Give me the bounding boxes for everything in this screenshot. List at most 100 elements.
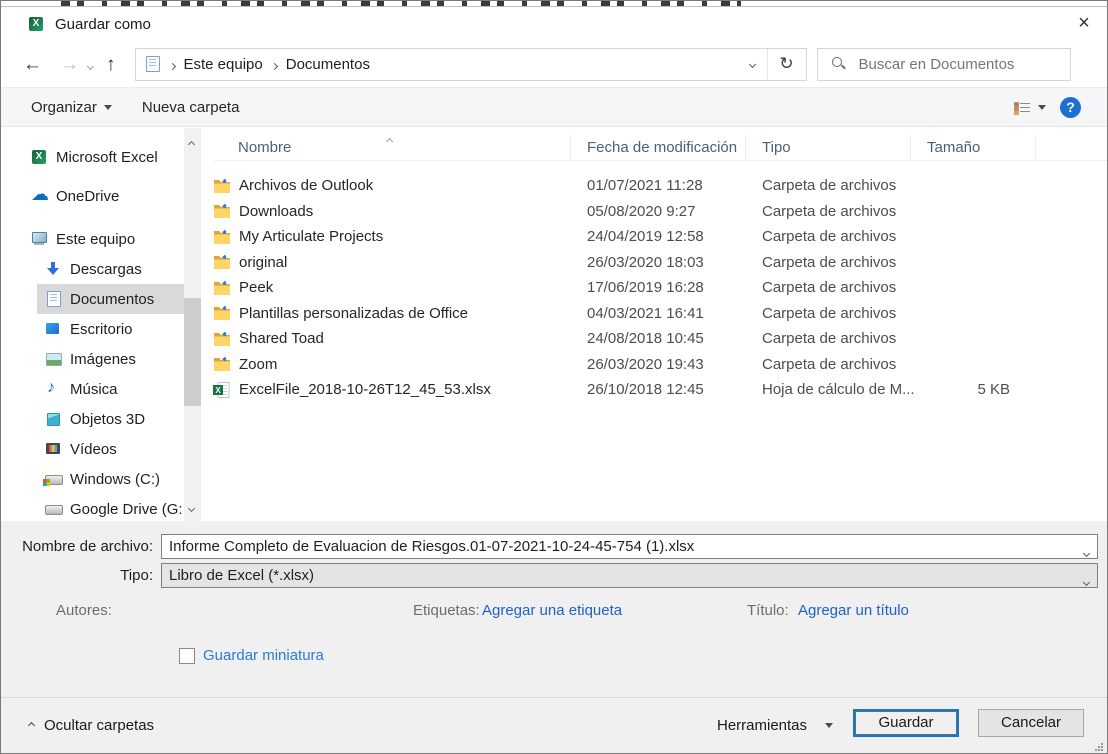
pictures-icon (45, 351, 62, 367)
music-icon (45, 381, 62, 397)
chevron-down-icon (825, 723, 833, 728)
new-folder-button[interactable]: Nueva carpeta (142, 99, 240, 116)
folder-icon: X (213, 229, 231, 245)
sidebar-item-google-drive-g-[interactable]: Google Drive (G: (1, 494, 184, 521)
scroll-up-icon[interactable] (189, 134, 194, 151)
sidebar-item-m-sica[interactable]: Música (1, 374, 184, 404)
save-button[interactable]: Guardar (853, 709, 959, 737)
title-label: Título: (747, 602, 789, 619)
list-view-icon (1014, 101, 1030, 114)
cancel-button[interactable]: Cancelar (978, 709, 1084, 737)
search-input[interactable]: Buscar en Documentos (817, 48, 1071, 81)
table-row[interactable]: X My Articulate Projects 24/04/2019 12:5… (213, 224, 1107, 250)
table-row[interactable]: X ExcelFile_2018-10-26T12_45_53.xlsx 26/… (213, 377, 1107, 403)
sidebar-scrollbar[interactable] (184, 128, 201, 521)
sidebar-item-este-equipo[interactable]: Este equipo (1, 224, 184, 254)
back-icon[interactable]: ← (14, 55, 51, 74)
save-as-dialog: Guardar como × ← → ↑ Este equipo Documen… (0, 0, 1108, 754)
scrollbar-thumb[interactable] (184, 298, 201, 406)
file-list-pane: Nombre Fecha de modificación Tipo Tamaño (201, 128, 1107, 521)
tags-label: Etiquetas: (413, 602, 480, 619)
change-view-button[interactable] (1014, 101, 1046, 114)
help-icon[interactable]: ? (1060, 97, 1081, 118)
column-header-fecha[interactable]: Fecha de modificación (571, 135, 746, 160)
search-placeholder: Buscar en Documentos (859, 56, 1015, 73)
sidebar-item-im-genes[interactable]: Imágenes (1, 344, 184, 374)
sidebar-item-v-deos[interactable]: Vídeos (1, 434, 184, 464)
windows-drive-icon (45, 471, 62, 487)
close-icon[interactable]: × (1061, 7, 1107, 41)
table-row[interactable]: X Archivos de Outlook 01/07/2021 11:28 C… (213, 173, 1107, 199)
download-icon (45, 261, 62, 277)
sidebar-item-objetos-3d[interactable]: Objetos 3D (1, 404, 184, 434)
table-row[interactable]: X Zoom 26/03/2020 19:43 Carpeta de archi… (213, 352, 1107, 378)
save-options-panel: Nombre de archivo: Informe Completo de E… (1, 521, 1107, 697)
column-headers: Nombre Fecha de modificación Tipo Tamaño (213, 135, 1107, 161)
forward-icon[interactable]: → (51, 55, 88, 74)
metadata-row: Autores: Etiquetas: Agregar una etiqueta… (1, 602, 1107, 624)
refresh-icon[interactable]: ↻ (768, 54, 806, 74)
column-header-tipo[interactable]: Tipo (746, 135, 911, 160)
folder-icon: X (213, 331, 231, 347)
sidebar-item-onedrive[interactable]: OneDrive (1, 181, 184, 211)
excel-icon (31, 149, 48, 165)
tools-dropdown[interactable]: Herramientas (717, 717, 833, 734)
title-bar: Guardar como × (1, 7, 1107, 41)
folder-icon: X (213, 254, 231, 270)
chevron-down-icon (1084, 543, 1089, 559)
svg-text:X: X (215, 386, 221, 395)
footer-bar: Ocultar carpetas Herramientas Guardar Ca… (1, 697, 1107, 754)
gdrive-icon (45, 501, 62, 517)
column-header-tamano[interactable]: Tamaño (911, 135, 1036, 160)
authors-label: Autores: (56, 602, 112, 619)
recent-locations-chevron-icon[interactable] (88, 56, 93, 73)
desktop-icon (45, 321, 62, 337)
navigation-bar: ← → ↑ Este equipo Documentos ↻ Buscar en… (1, 41, 1107, 87)
chevron-up-icon (28, 722, 35, 729)
folder-icon: X (213, 305, 231, 321)
hide-folders-button[interactable]: Ocultar carpetas (29, 717, 154, 734)
sidebar-item-documentos[interactable]: Documentos (1, 284, 184, 314)
folder-icon: X (213, 356, 231, 372)
scroll-down-icon[interactable] (189, 498, 194, 515)
window-title: Guardar como (55, 16, 151, 33)
up-icon[interactable]: ↑ (97, 55, 125, 74)
table-row[interactable]: X Peek 17/06/2019 16:28 Carpeta de archi… (213, 275, 1107, 301)
save-thumbnail-label: Guardar miniatura (203, 647, 324, 664)
command-bar: Organizar Nueva carpeta ? (1, 87, 1107, 127)
sidebar-item-microsoft-excel[interactable]: Microsoft Excel (1, 142, 184, 172)
save-thumbnail-checkbox[interactable] (179, 648, 195, 664)
filename-combobox[interactable]: Informe Completo de Evaluacion de Riesgo… (161, 534, 1098, 559)
breadcrumb-chevron-icon (170, 56, 175, 73)
table-row[interactable]: X Downloads 05/08/2020 9:27 Carpeta de a… (213, 199, 1107, 225)
folder-icon: X (213, 203, 231, 219)
objects3d-icon (45, 411, 62, 427)
table-row[interactable]: X Shared Toad 24/08/2018 10:45 Carpeta d… (213, 326, 1107, 352)
organize-button[interactable]: Organizar (31, 99, 112, 116)
chevron-down-icon (1038, 105, 1046, 110)
table-row[interactable]: X original 26/03/2020 18:03 Carpeta de a… (213, 250, 1107, 276)
onedrive-icon (31, 188, 48, 204)
filename-label: Nombre de archivo: (1, 538, 153, 555)
computer-icon (31, 231, 48, 247)
address-dropdown-icon[interactable] (738, 49, 768, 80)
add-title-link[interactable]: Agregar un título (798, 602, 909, 619)
breadcrumb-item-documentos[interactable]: Documentos (286, 56, 370, 73)
column-header-nombre[interactable]: Nombre (213, 135, 571, 160)
file-list: X Archivos de Outlook 01/07/2021 11:28 C… (213, 173, 1107, 403)
file-browser: Microsoft Excel OneDrive Este equipo Des… (1, 128, 1107, 521)
breadcrumb-item-este-equipo[interactable]: Este equipo (184, 56, 263, 73)
table-row[interactable]: X Plantillas personalizadas de Office 04… (213, 301, 1107, 327)
sidebar-item-descargas[interactable]: Descargas (1, 254, 184, 284)
folder-icon: X (213, 280, 231, 296)
document-icon (45, 291, 62, 307)
address-bar[interactable]: Este equipo Documentos ↻ (135, 48, 807, 81)
sidebar-item-escritorio[interactable]: Escritorio (1, 314, 184, 344)
sidebar-item-windows-c-[interactable]: Windows (C:) (1, 464, 184, 494)
sort-ascending-icon (387, 131, 392, 148)
chevron-down-icon (1084, 572, 1089, 588)
videos-icon (45, 441, 62, 457)
add-tag-link[interactable]: Agregar una etiqueta (482, 602, 622, 619)
resize-grip[interactable] (1094, 742, 1104, 752)
filetype-combobox[interactable]: Libro de Excel (*.xlsx) (161, 563, 1098, 588)
